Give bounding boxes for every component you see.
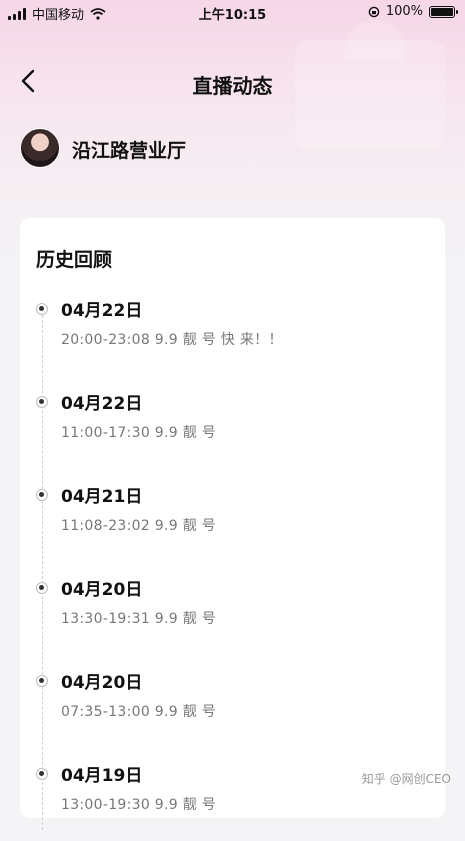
item-description: 20:00-23:08 9.9 靓 号 快 来！！ (61, 332, 283, 348)
timeline-dot-icon (36, 768, 48, 780)
item-date: 04月19日 (61, 766, 143, 786)
page-title: 直播动态 (192, 74, 273, 98)
profile-name[interactable]: 沿江路营业厅 (72, 136, 186, 163)
battery-icon (429, 5, 458, 18)
history-card: 历史回顾 04月22日 20:00-23:08 9.9 靓 号 快 来！！ 04… (20, 218, 445, 830)
timeline-dot-icon (36, 303, 48, 315)
avatar[interactable] (20, 128, 60, 168)
timeline-item[interactable]: 04月20日 13:30-19:31 9.9 靓 号 (20, 575, 445, 655)
timeline-dot-icon (36, 582, 48, 594)
timeline-item[interactable]: 04月22日 11:00-17:30 9.9 靓 号 (20, 389, 445, 469)
timeline-dot-icon (36, 675, 48, 687)
item-date: 04月22日 (61, 301, 143, 321)
timeline-dot-icon (36, 396, 48, 408)
item-date: 04月20日 (61, 673, 143, 693)
item-description: 07:35-13:00 9.9 靓 号 (61, 704, 217, 720)
item-date: 04月22日 (61, 394, 143, 414)
section-title: 历史回顾 (36, 249, 113, 271)
timeline-item[interactable]: 04月21日 11:08-23:02 9.9 靓 号 (20, 482, 445, 562)
timeline-item[interactable]: 04月22日 20:00-23:08 9.9 靓 号 快 来！！ (20, 296, 445, 376)
item-description: 11:08-23:02 9.9 靓 号 (61, 518, 217, 534)
timeline-item[interactable]: 04月20日 07:35-13:00 9.9 靓 号 (20, 668, 445, 748)
item-description: 13:00-19:30 9.9 靓 号 (61, 797, 217, 813)
battery-percent: 100% (385, 4, 423, 19)
timeline-dot-icon (36, 489, 48, 501)
status-bar: 中国移动 上午10:15 100% (0, 0, 465, 24)
item-description: 11:00-17:30 9.9 靓 号 (61, 425, 217, 441)
watermark: 知乎 @网创CEO (361, 772, 451, 786)
timeline-line (42, 310, 43, 830)
item-description: 13:30-19:31 9.9 靓 号 (61, 611, 217, 627)
item-date: 04月21日 (61, 487, 143, 507)
item-date: 04月20日 (61, 580, 143, 600)
orientation-lock-icon (368, 6, 380, 17)
